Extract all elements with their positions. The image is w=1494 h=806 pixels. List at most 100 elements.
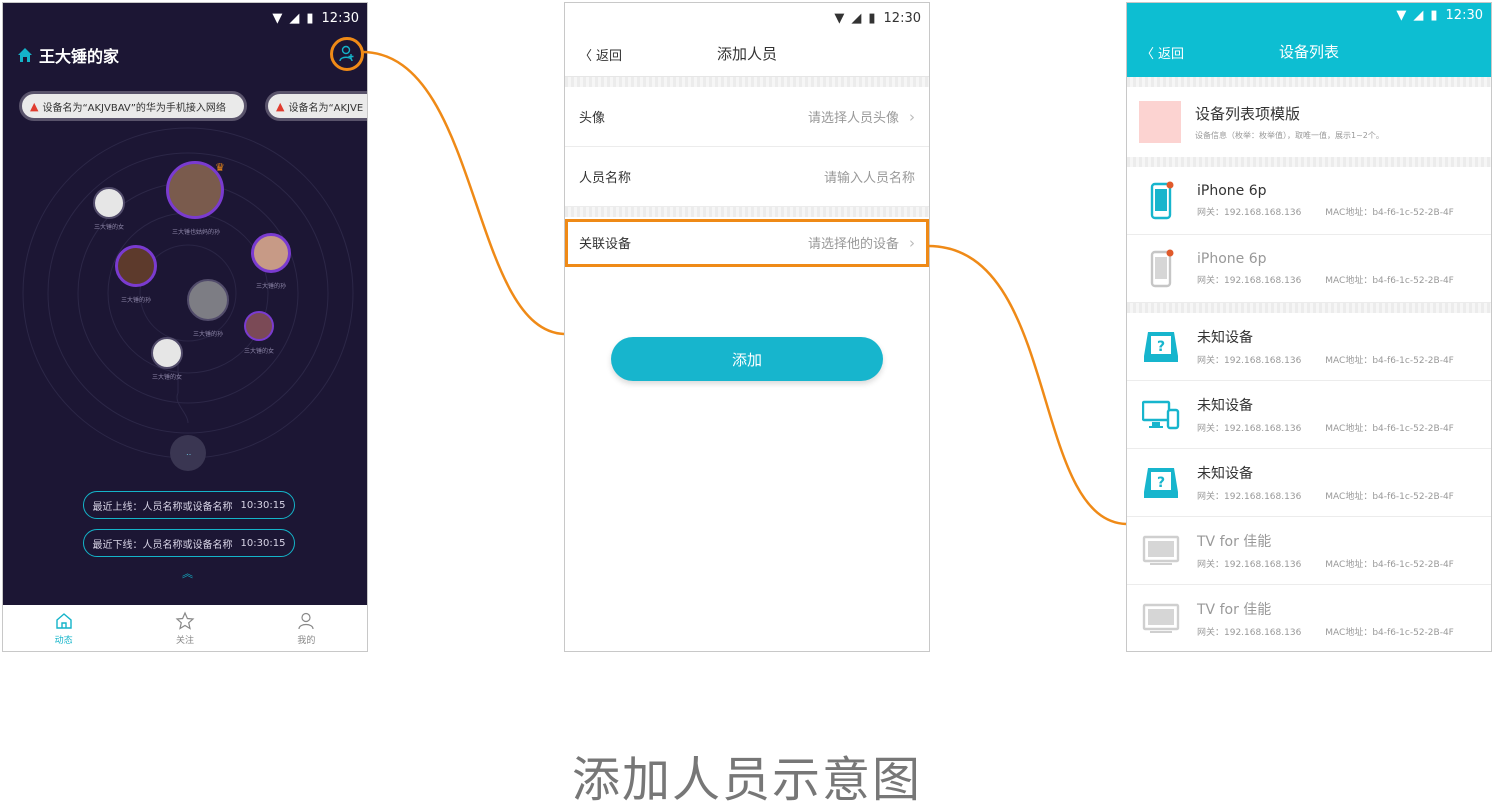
template-subtitle: 设备信息（枚举：枚举值），取唯一值，展示1~2个。 [1195,131,1384,140]
wifi-icon: ▼ [272,10,283,26]
avatar-picker-row[interactable]: 头像 请选择人员头像 › [565,87,929,147]
template-title: 设备列表项模版 [1195,105,1301,123]
connector-add-to-devices [927,244,1127,526]
row-label: 人员名称 [579,171,632,186]
avatar-label: 三大锤也姑妈的孙 [171,229,221,236]
diagram-caption: 添加人员示意图 [571,752,922,806]
row-label: 头像 [579,111,606,126]
device-mac: MAC地址：b4-f6-1c-52-2B-4F [1325,424,1454,434]
unknown-device-icon: ? [1141,325,1181,369]
unknown-device-icon: ? [1141,461,1181,505]
section-divider [1127,157,1491,167]
chevron-up-icon[interactable]: ︽ [182,568,193,579]
chevron-right-icon: › [909,107,915,126]
status-bar: ▼ ◢ ▮ 12:30 [565,3,929,33]
row-label: 关联设备 [579,237,632,252]
home-header: 王大锤的家 [3,37,367,73]
row-placeholder: 请选择人员头像 [807,111,899,126]
template-list-item: 设备列表项模版 设备信息（枚举：枚举值），取唯一值，展示1~2个。 [1127,87,1491,157]
device-row[interactable]: TV for 佳能 网关：192.168.168.136 MAC地址：b4-f6-… [1127,585,1491,651]
nav-tab-activity[interactable]: 动态 [3,605,124,651]
avatar[interactable] [115,245,157,287]
device-name: TV for 佳能 [1197,602,1272,618]
avatar-label: 三大锤的女 [151,374,183,381]
page-title: 添加人员 [716,45,777,63]
home-screen: ▼ ◢ ▮ 12:30 王大锤的家 ▲ 设备名为“AKJVBAV”的华为手机接入… [2,2,368,652]
battery-icon: ▮ [306,10,314,26]
device-row[interactable]: ? 未知设备 网关：192.168.168.136 MAC地址：b4-f6-1c-… [1127,449,1491,517]
home-title: 王大锤的家 [17,43,119,67]
crown-icon: ♛ [215,161,225,174]
wifi-icon: ▼ [834,10,845,26]
recent-online-time: 10:30:15 [240,499,286,511]
star-icon [175,610,195,630]
device-gateway: 网关：192.168.168.136 [1197,628,1302,638]
avatar[interactable] [151,337,183,369]
status-time: 12:30 [321,10,359,26]
row-placeholder: 请选择他的设备 [807,237,899,252]
add-user-icon [339,45,354,62]
device-name: 未知设备 [1197,466,1253,482]
wifi-icon: ▼ [1396,7,1407,23]
recent-online-pill[interactable]: 最近上线：人员名称或设备名称 10:30:15 [83,491,295,519]
page-header: 〈 返回 设备列表 [1127,27,1491,77]
device-name: iPhone 6p [1197,183,1267,199]
avatar-label: 三大锤的孙 [192,331,224,338]
signal-icon: ◢ [1413,7,1424,23]
alert-pill[interactable]: ▲ 设备名为“AKJVE [265,91,367,121]
device-row[interactable]: 未知设备 网关：192.168.168.136 MAC地址：b4-f6-1c-52… [1127,381,1491,449]
status-time: 12:30 [883,10,921,26]
nav-label: 动态 [54,635,73,646]
section-divider [1127,77,1491,87]
device-mac: MAC地址：b4-f6-1c-52-2B-4F [1325,208,1454,218]
avatar[interactable] [187,279,229,321]
device-gateway: 网关：192.168.168.136 [1197,560,1302,570]
device-mac: MAC地址：b4-f6-1c-52-2B-4F [1325,276,1454,286]
recent-offline-label: 最近下线：人员名称或设备名称 [92,539,233,551]
avatar-label: 三大锤的女 [243,348,275,355]
signal-icon: ◢ [289,10,300,26]
avatar-label: 三大锤的孙 [255,283,287,290]
home-icon [18,48,32,62]
device-gateway: 网关：192.168.168.136 [1197,424,1302,434]
avatar-label: 三大锤的孙 [120,297,152,304]
device-name: 未知设备 [1197,330,1253,346]
section-divider [565,207,929,217]
add-person-button[interactable] [330,37,364,71]
device-row[interactable]: TV for 佳能 网关：192.168.168.136 MAC地址：b4-f6-… [1127,517,1491,585]
recent-offline-time: 10:30:15 [240,537,286,549]
alert-pill[interactable]: ▲ 设备名为“AKJVBAV”的华为手机接入网络 [19,91,247,121]
nav-label: 我的 [297,635,316,646]
nav-label: 关注 [175,635,194,646]
avatar[interactable] [244,311,274,341]
add-button[interactable]: 添加 [611,337,883,381]
nav-tab-me[interactable]: 我的 [246,605,367,651]
device-name: TV for 佳能 [1197,534,1272,550]
device-row[interactable]: iPhone 6p 网关：192.168.168.136 MAC地址：b4-f6-… [1127,235,1491,303]
device-row[interactable]: ? 未知设备 网关：192.168.168.136 MAC地址：b4-f6-1c-… [1127,313,1491,381]
device-gateway: 网关：192.168.168.136 [1197,208,1302,218]
avatar[interactable] [93,187,125,219]
recent-offline-pill[interactable]: 最近下线：人员名称或设备名称 10:30:15 [83,529,295,557]
alarm-icon: ▲ [276,99,285,113]
battery-icon: ▮ [868,10,876,26]
svg-text:?: ? [1157,339,1165,355]
linked-device-row[interactable]: 关联设备 请选择他的设备 › [565,219,929,267]
avatar[interactable] [251,233,291,273]
add-person-screen: ▼ ◢ ▮ 12:30 〈 返回 添加人员 头像 请选择人员头像 › 人员名称 … [564,2,930,652]
tv-icon [1141,529,1181,573]
person-name-field[interactable]: 人员名称 请输入人员名称 [565,147,929,207]
home-name: 王大锤的家 [39,47,120,66]
device-gateway: 网关：192.168.168.136 [1197,276,1302,286]
nav-tab-follow[interactable]: 关注 [124,605,245,651]
bottom-nav: 动态 关注 我的 [3,605,367,651]
row-placeholder: 请输入人员名称 [823,171,915,186]
section-divider [1127,303,1491,313]
status-bar: ▼ ◢ ▮ 12:30 [3,3,367,33]
signal-icon: ◢ [851,10,862,26]
device-row[interactable]: iPhone 6p 网关：192.168.168.136 MAC地址：b4-f6-… [1127,167,1491,235]
recent-online-label: 最近上线：人员名称或设备名称 [92,501,233,513]
device-name: 未知设备 [1197,398,1253,414]
device-gateway: 网关：192.168.168.136 [1197,492,1302,502]
device-name: iPhone 6p [1197,251,1267,267]
